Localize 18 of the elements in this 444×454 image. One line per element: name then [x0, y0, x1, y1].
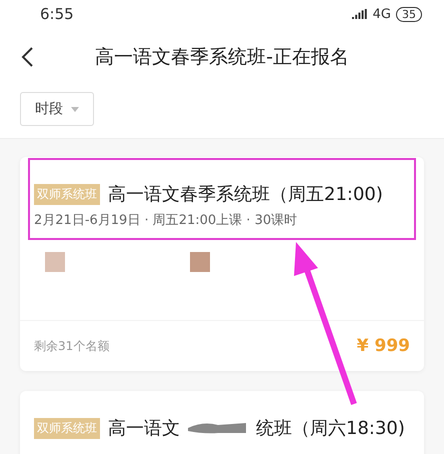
- remaining-seats: 剩余31个名额: [34, 338, 110, 354]
- course-title: 高一语文: [108, 417, 180, 440]
- status-time: 6:55: [40, 5, 74, 23]
- signal-icon: [352, 8, 368, 20]
- course-title: 统班（周六18:30): [256, 417, 405, 440]
- course-title: 高一语文春季系统班（周五21:00): [108, 183, 383, 206]
- time-filter-dropdown[interactable]: 时段: [20, 92, 94, 126]
- course-price: ¥ 999: [356, 336, 410, 356]
- class-type-tag: 双师系统班: [34, 184, 100, 204]
- back-icon[interactable]: [20, 46, 34, 68]
- course-card[interactable]: 双师系统班 高一语文 统班（周六18:30): [20, 391, 424, 454]
- page-title: 高一语文春季系统班-正在报名: [94, 45, 350, 70]
- caret-icon: [71, 106, 79, 112]
- class-type-tag: 双师系统班: [34, 418, 100, 438]
- network-label: 4G: [372, 6, 391, 22]
- course-schedule: 2月21日-6月19日 · 周五21:00上课 · 30课时: [34, 212, 298, 230]
- battery-icon: 35: [396, 6, 422, 22]
- course-card[interactable]: 双师系统班 高一语文春季系统班（周五21:00) 2月21日-6月19日 · 周五21:00上课 · 30课时 剩余31个名额 ¥ 999: [20, 157, 424, 371]
